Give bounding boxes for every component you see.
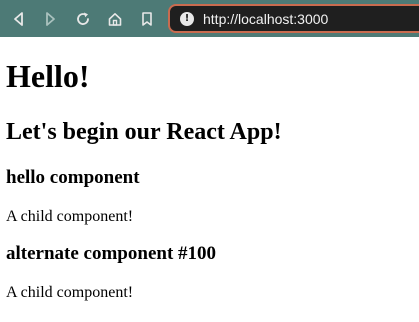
reload-button[interactable] <box>71 7 95 31</box>
url-text[interactable]: http://localhost:3000 <box>203 11 328 27</box>
reload-icon <box>77 12 89 25</box>
home-button[interactable] <box>103 7 127 31</box>
forward-button[interactable] <box>38 7 62 31</box>
component-text: A child component! <box>6 208 134 225</box>
back-icon <box>14 12 23 26</box>
bookmark-icon <box>142 12 152 26</box>
back-button[interactable] <box>7 7 31 31</box>
component-title: hello component <box>6 167 140 188</box>
forward-icon <box>46 12 55 26</box>
page-content: Hello! Let's begin our React App! hello … <box>0 37 419 322</box>
component-text: A child component! <box>6 284 134 301</box>
component-title: alternate component #100 <box>6 243 217 264</box>
page-heading: Hello! <box>6 58 90 94</box>
bookmark-button[interactable] <box>135 7 159 31</box>
home-icon <box>108 13 122 26</box>
address-bar[interactable]: ! http://localhost:3000 <box>168 4 419 33</box>
site-info-icon[interactable]: ! <box>180 12 194 26</box>
browser-toolbar: ! http://localhost:3000 <box>0 0 419 37</box>
page-subheading: Let's begin our React App! <box>6 119 282 145</box>
